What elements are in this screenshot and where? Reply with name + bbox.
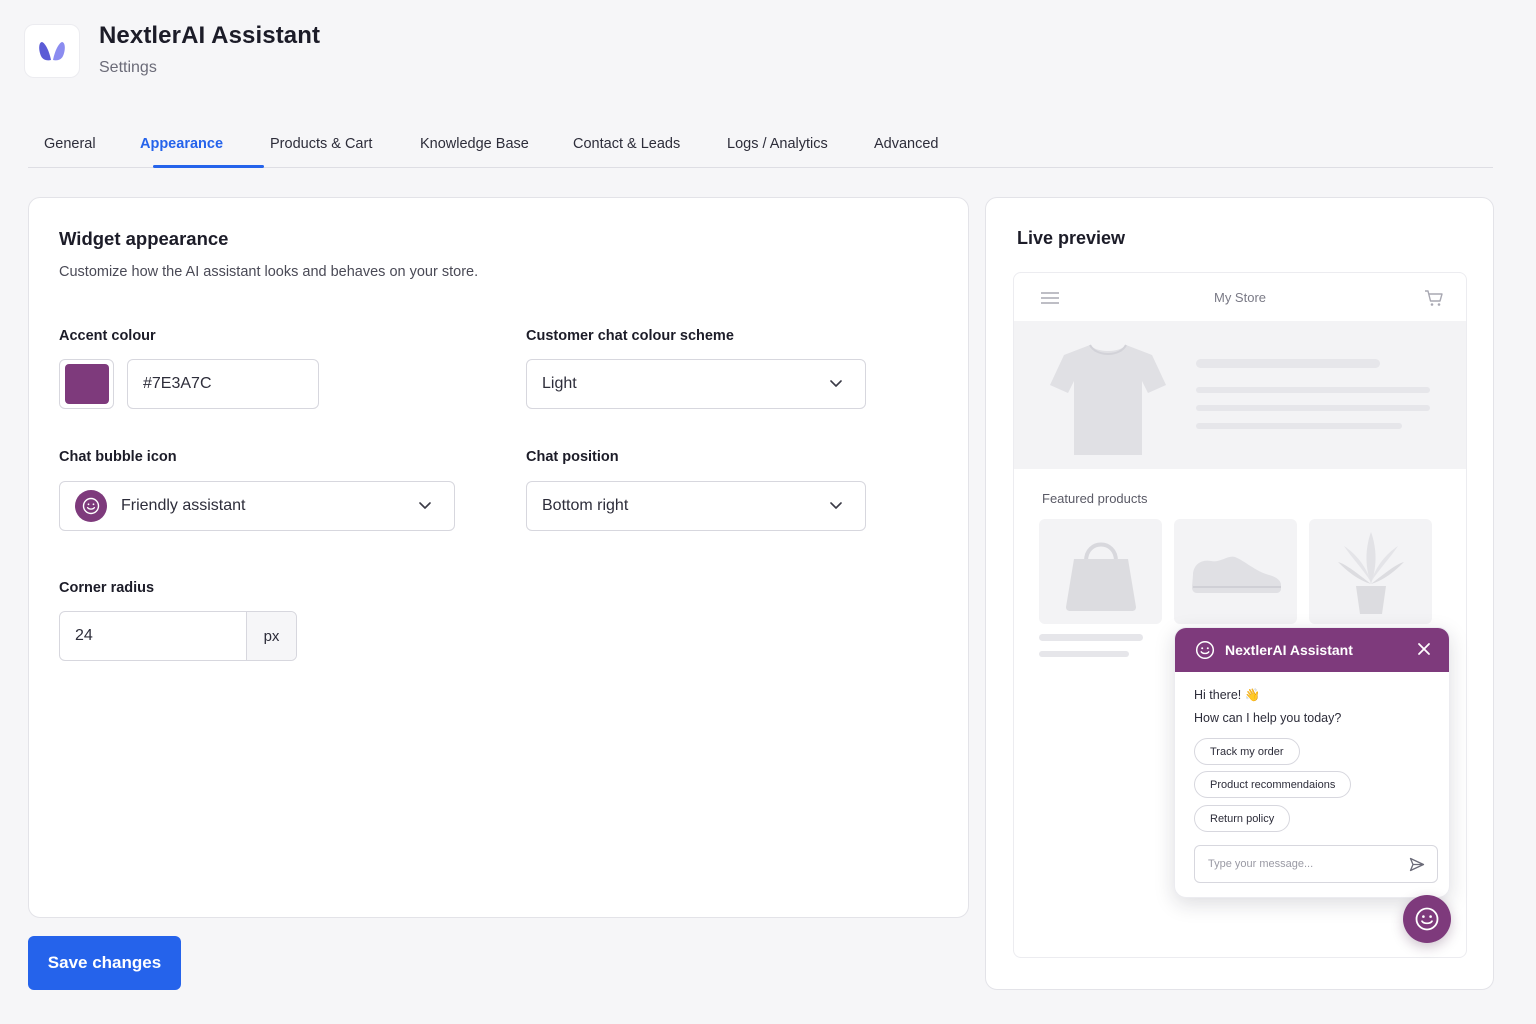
live-preview-title: Live preview [1017,228,1126,248]
product-card-plant [1309,519,1432,624]
widget-appearance-card: Widget appearance Customize how the AI a… [28,197,969,918]
tab-appearance[interactable]: Appearance [140,136,223,152]
skeleton-line [1196,405,1430,411]
plant-icon [1337,531,1404,614]
chat-question: How can I help you today? [1194,711,1342,725]
handbag-icon [1065,542,1136,611]
tab-advanced[interactable]: Advanced [874,136,939,152]
settings-tabs: General Appearance Products & Cart Knowl… [28,124,1493,168]
chat-greeting: Hi there! 👋 [1194,688,1261,702]
chat-bubble-icon-label: Chat bubble icon [59,449,177,465]
store-hero-banner [1014,321,1466,469]
tab-products-cart[interactable]: Products & Cart [270,136,372,152]
chat-scheme-value: Light [542,375,577,392]
skeleton-line [1196,423,1402,429]
card-description: Customize how the AI assistant looks and… [59,264,479,280]
app-title: NextlerAI Assistant [99,21,321,49]
skeleton-line [1039,651,1129,657]
tab-general[interactable]: General [44,136,96,152]
cart-icon [1425,290,1443,306]
chat-position-value: Bottom right [542,497,629,514]
chat-header: NextlerAI Assistant [1175,628,1449,672]
accent-colour-swatch [64,364,109,404]
accent-colour-picker[interactable] [59,359,114,409]
corner-radius-label: Corner radius [59,580,155,596]
tab-logs-analytics[interactable]: Logs / Analytics [727,136,828,152]
corner-radius-unit: px [246,612,296,660]
quick-reply-track-order[interactable]: Track my order [1194,738,1300,765]
chat-bubble-icon-value: Friendly assistant [121,497,246,514]
chat-bubble-icon-select[interactable]: Friendly assistant [59,481,455,531]
chevron-down-icon [830,380,842,387]
product-card-sneaker [1174,519,1297,624]
chat-position-label: Chat position [526,449,619,465]
quick-reply-return-policy[interactable]: Return policy [1194,805,1291,832]
chat-scheme-label: Customer chat colour scheme [526,328,734,344]
butterfly-logo-icon [39,42,65,61]
chat-title: NextlerAI Assistant [1225,642,1353,658]
smiley-icon [1415,907,1439,931]
tab-knowledge-base[interactable]: Knowledge Base [420,136,529,152]
app-subtitle: Settings [99,58,157,76]
chevron-down-icon [830,502,842,509]
smiley-icon [75,490,107,522]
chat-message-input[interactable]: Type your message... [1194,845,1438,883]
featured-products-label: Featured products [1042,491,1148,506]
smiley-icon [1195,640,1215,660]
skeleton-line [1039,634,1143,641]
chat-window-preview: NextlerAI Assistant Hi there! 👋 How can … [1174,627,1450,898]
chat-scheme-select[interactable]: Light [526,359,866,409]
product-card-bag [1039,519,1162,624]
save-changes-button[interactable]: Save changes [28,936,181,990]
close-icon[interactable] [1417,642,1431,656]
tab-contact-leads[interactable]: Contact & Leads [573,136,680,152]
card-title: Widget appearance [59,228,229,249]
chevron-down-icon [419,502,431,509]
corner-radius-input[interactable]: 24 px [59,611,297,661]
active-tab-indicator [153,165,264,168]
accent-colour-label: Accent colour [59,328,156,344]
chat-launcher-button[interactable] [1403,895,1451,943]
chat-position-select[interactable]: Bottom right [526,481,866,531]
accent-colour-input[interactable]: #7E3A7C [127,359,319,409]
app-logo [24,24,80,78]
corner-radius-value: 24 [75,627,93,644]
tshirt-icon [1050,344,1166,455]
quick-reply-product-recommendations[interactable]: Product recommendaions [1194,771,1352,798]
skeleton-line [1196,359,1380,368]
skeleton-line [1196,387,1430,393]
store-topbar: My Store [1014,273,1466,321]
app-header: NextlerAI Assistant Settings [24,21,321,78]
chat-message-placeholder: Type your message... [1208,858,1314,870]
sneaker-icon [1191,556,1281,593]
send-icon[interactable] [1409,857,1425,872]
store-name: My Store [1213,290,1266,305]
